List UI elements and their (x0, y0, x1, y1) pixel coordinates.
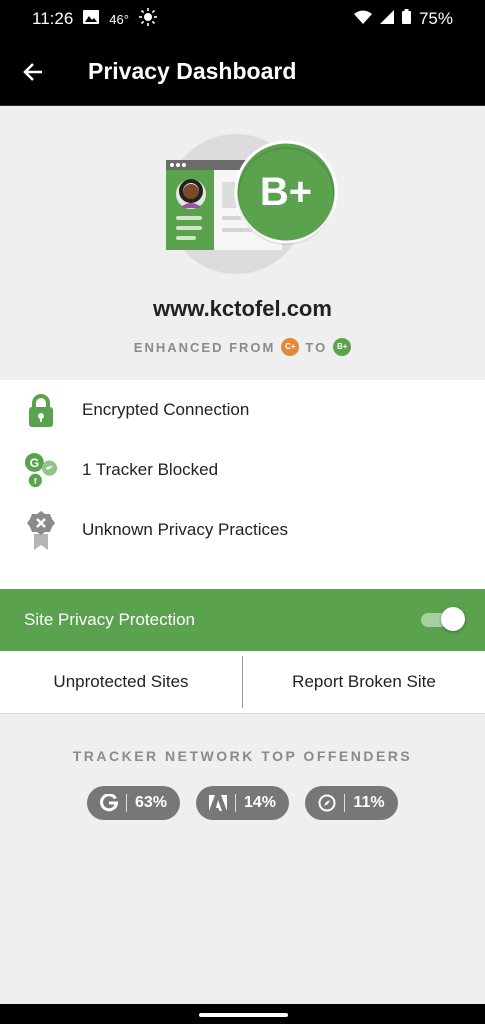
site-domain: www.kctofel.com (153, 296, 332, 321)
clock: 11:26 (32, 9, 74, 28)
offender-chip-adobe[interactable]: 14% (196, 786, 289, 820)
top-offenders-heading: TRACKER NETWORK TOP OFFENDERS (72, 748, 413, 764)
gallery-icon (83, 9, 100, 29)
enhanced-grade-line: ENHANCED FROM C+ TO B+ (0, 338, 485, 356)
list-item-encrypted-connection[interactable]: Encrypted Connection (0, 380, 485, 440)
privacy-practices-icon (24, 510, 58, 550)
list-item-trackers-blocked[interactable]: Gf 1 Tracker Blocked (0, 440, 485, 500)
encrypted-connection-label: Encrypted Connection (82, 400, 250, 419)
toggle-thumb (441, 607, 465, 631)
to-grade-badge: B+ (333, 338, 352, 356)
enhanced-prefix: ENHANCED FROM (133, 339, 276, 355)
grade-badge: B+ (259, 170, 313, 214)
site-privacy-protection-label: Site Privacy Protection (24, 610, 196, 629)
site-privacy-protection-row: Site Privacy Protection (0, 589, 485, 651)
offender-percent: 11% (353, 794, 385, 811)
svg-text:f: f (34, 476, 37, 486)
signal-icon (379, 9, 394, 29)
privacy-details-list: Encrypted Connection Gf 1 Tracker Blocke… (0, 380, 485, 589)
battery-icon (401, 9, 411, 29)
offender-chip-google[interactable]: 63% (87, 786, 180, 820)
google-icon (100, 794, 118, 812)
battery-percent: 75% (418, 9, 453, 28)
status-bar: 11:26 46° 75% (0, 0, 485, 38)
top-offenders-section: TRACKER NETWORK TOP OFFENDERS 63% 14% 11… (0, 714, 485, 820)
chip-separator (125, 794, 127, 812)
enhanced-to: TO (305, 339, 328, 355)
app-bar: Privacy Dashboard (0, 38, 485, 106)
list-item-privacy-practices[interactable]: Unknown Privacy Practices (0, 500, 485, 560)
privacy-protection-toggle[interactable] (421, 607, 465, 631)
lock-icon (24, 390, 58, 430)
grade-illustration: B+ (162, 132, 342, 277)
grade-hero: B+ www.kctofel.com ENHANCED FROM C+ TO B… (0, 106, 485, 368)
offender-percent: 63% (134, 794, 168, 811)
from-grade-badge: C+ (281, 338, 300, 356)
system-nav-bar (0, 1004, 485, 1024)
wifi-icon (353, 9, 372, 29)
chip-separator (344, 794, 346, 812)
back-arrow-icon[interactable] (22, 61, 44, 83)
privacy-practices-label: Unknown Privacy Practices (82, 520, 288, 539)
adobe-icon (208, 795, 227, 811)
compass-network-icon (318, 794, 336, 812)
trackers-blocked-label: 1 Tracker Blocked (82, 460, 219, 479)
site-actions-bar: Unprotected Sites Report Broken Site (0, 651, 485, 714)
report-broken-site-button[interactable]: Report Broken Site (243, 651, 485, 713)
page-title: Privacy Dashboard (88, 58, 297, 84)
offender-chips: 63% 14% 11% (0, 786, 485, 820)
offender-percent: 14% (243, 794, 277, 811)
tracker-networks-icon: Gf (24, 450, 58, 490)
svg-text:G: G (30, 456, 40, 470)
home-gesture-pill[interactable] (199, 1013, 288, 1017)
unprotected-sites-button[interactable]: Unprotected Sites (0, 651, 242, 713)
temperature: 46° (109, 11, 129, 27)
chip-separator (234, 794, 236, 812)
offender-chip-compass-network[interactable]: 11% (305, 786, 398, 820)
sun-icon (138, 7, 157, 31)
